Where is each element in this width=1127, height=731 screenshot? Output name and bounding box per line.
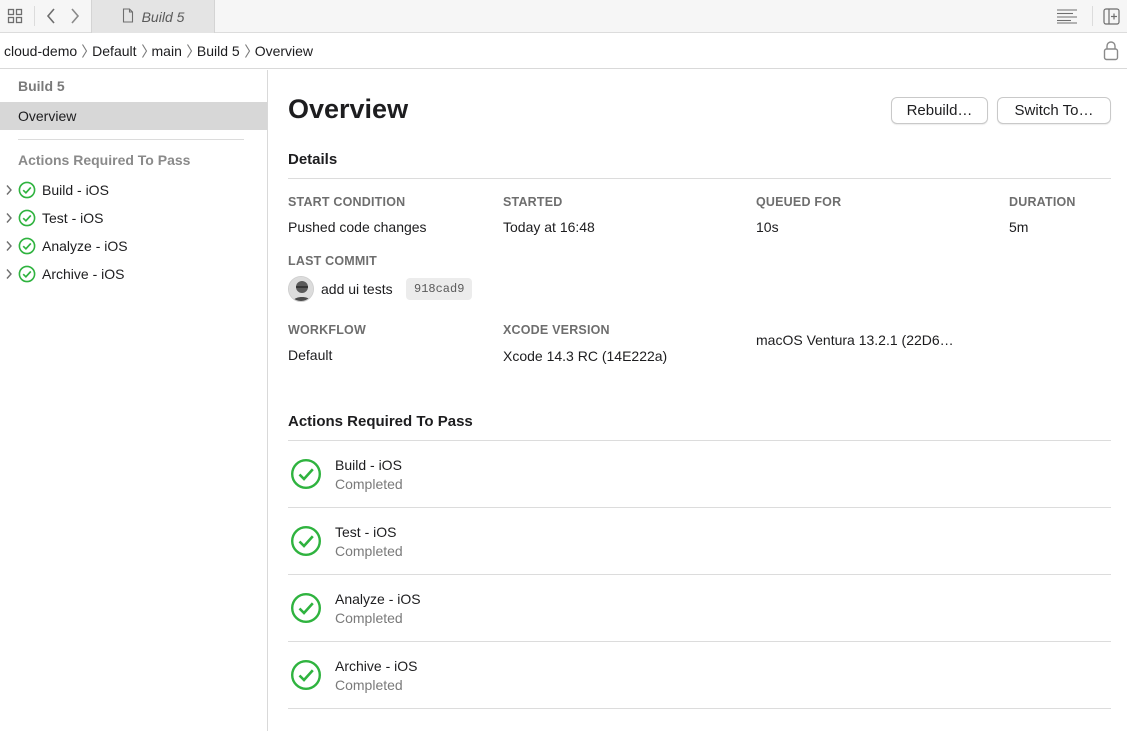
action-row-archive-ios[interactable]: Archive - iOS Completed	[288, 642, 1111, 709]
breadcrumb-item-build[interactable]: Build 5	[197, 43, 240, 59]
sidebar-item-label: Test - iOS	[42, 210, 104, 226]
success-check-icon	[290, 592, 322, 627]
details-heading: Details	[288, 151, 338, 168]
queued-for-value: 10s	[756, 219, 779, 235]
action-row-test-ios[interactable]: Test - iOS Completed	[288, 508, 1111, 575]
add-editor-icon[interactable]	[1100, 0, 1122, 32]
workflow-value: Default	[288, 347, 333, 363]
chevron-right-icon	[244, 43, 251, 59]
started-label: STARTED	[503, 195, 563, 209]
action-status: Completed	[335, 610, 403, 626]
chevron-right-icon	[141, 43, 148, 59]
disclosure-chevron-icon[interactable]	[0, 268, 18, 280]
sidebar-title: Build 5	[18, 78, 65, 94]
action-status: Completed	[335, 543, 403, 559]
start-condition-value: Pushed code changes	[288, 219, 427, 235]
commit-hash-badge[interactable]: 918cad9	[406, 278, 473, 300]
main-content: Overview Rebuild… Switch To… Details STA…	[268, 70, 1127, 731]
breadcrumb-item-branch[interactable]: main	[152, 43, 182, 59]
commit-message[interactable]: add ui tests	[321, 281, 393, 297]
success-check-icon	[18, 265, 36, 283]
tab-label: Build 5	[141, 8, 185, 25]
grid-icon[interactable]	[4, 0, 26, 32]
tab-bar: Build 5	[0, 0, 1127, 33]
tab-build-5[interactable]: Build 5	[91, 0, 215, 33]
action-name: Archive - iOS	[335, 658, 418, 674]
action-name: Build - iOS	[335, 457, 402, 473]
breadcrumb-item-project[interactable]: cloud-demo	[4, 43, 77, 59]
disclosure-chevron-icon[interactable]	[0, 240, 18, 252]
avatar	[288, 276, 314, 302]
toolbar-divider	[34, 6, 35, 26]
success-check-icon	[18, 237, 36, 255]
success-check-icon	[290, 659, 322, 694]
sidebar-item-analyze-ios[interactable]: Analyze - iOS	[0, 234, 128, 258]
started-value: Today at 16:48	[503, 219, 595, 235]
start-condition-label: START CONDITION	[288, 195, 406, 209]
duration-value: 5m	[1009, 219, 1029, 235]
editor-options-icon[interactable]	[1054, 0, 1080, 32]
sidebar-item-overview[interactable]: Overview	[0, 102, 267, 130]
sidebar-item-test-ios[interactable]: Test - iOS	[0, 206, 103, 230]
section-divider	[288, 178, 1111, 179]
disclosure-chevron-icon[interactable]	[0, 184, 18, 196]
success-check-icon	[18, 181, 36, 199]
success-check-icon	[290, 525, 322, 560]
rebuild-button[interactable]: Rebuild…	[891, 97, 988, 124]
sidebar-divider	[18, 139, 244, 140]
document-icon	[122, 7, 134, 26]
sidebar-item-label: Overview	[18, 108, 77, 124]
action-status: Completed	[335, 677, 403, 693]
duration-label: DURATION	[1009, 195, 1076, 209]
lock-icon[interactable]	[1103, 40, 1119, 64]
sidebar-section-title: Actions Required To Pass	[18, 152, 191, 168]
page-title: Overview	[288, 94, 409, 124]
sidebar-item-label: Build - iOS	[42, 182, 109, 198]
breadcrumb-item-workflow[interactable]: Default	[92, 43, 136, 59]
disclosure-chevron-icon[interactable]	[0, 212, 18, 224]
macos-version-value: macOS Ventura 13.2.1 (22D6…	[756, 332, 954, 348]
success-check-icon	[18, 209, 36, 227]
action-name: Test - iOS	[335, 524, 397, 540]
chevron-right-icon	[186, 43, 193, 59]
breadcrumb: cloud-demo Default main Build 5 Overview	[0, 43, 313, 59]
forward-chevron-icon[interactable]	[65, 0, 85, 32]
action-row-build-ios[interactable]: Build - iOS Completed	[288, 441, 1111, 508]
sidebar: Build 5 Overview Actions Required To Pas…	[0, 70, 268, 731]
breadcrumb-bar: cloud-demo Default main Build 5 Overview	[0, 33, 1127, 69]
action-status: Completed	[335, 476, 403, 492]
success-check-icon	[290, 458, 322, 493]
actions-heading: Actions Required To Pass	[288, 413, 473, 430]
action-name: Analyze - iOS	[335, 591, 421, 607]
back-chevron-icon[interactable]	[41, 0, 61, 32]
toolbar-divider	[1092, 6, 1093, 26]
action-row-analyze-ios[interactable]: Analyze - iOS Completed	[288, 575, 1111, 642]
last-commit-label: LAST COMMIT	[288, 254, 377, 268]
xcode-version-label: XCODE VERSION	[503, 323, 610, 337]
xcode-version-value: Xcode 14.3 RC (14E222a)	[503, 348, 668, 364]
sidebar-item-build-ios[interactable]: Build - iOS	[0, 178, 109, 202]
workflow-label: WORKFLOW	[288, 323, 366, 337]
sidebar-item-archive-ios[interactable]: Archive - iOS	[0, 262, 124, 286]
switch-to-button[interactable]: Switch To…	[997, 97, 1111, 124]
breadcrumb-item-overview[interactable]: Overview	[255, 43, 313, 59]
sidebar-item-label: Analyze - iOS	[42, 238, 128, 254]
queued-for-label: QUEUED FOR	[756, 195, 842, 209]
sidebar-item-label: Archive - iOS	[42, 266, 125, 282]
chevron-right-icon	[81, 43, 88, 59]
